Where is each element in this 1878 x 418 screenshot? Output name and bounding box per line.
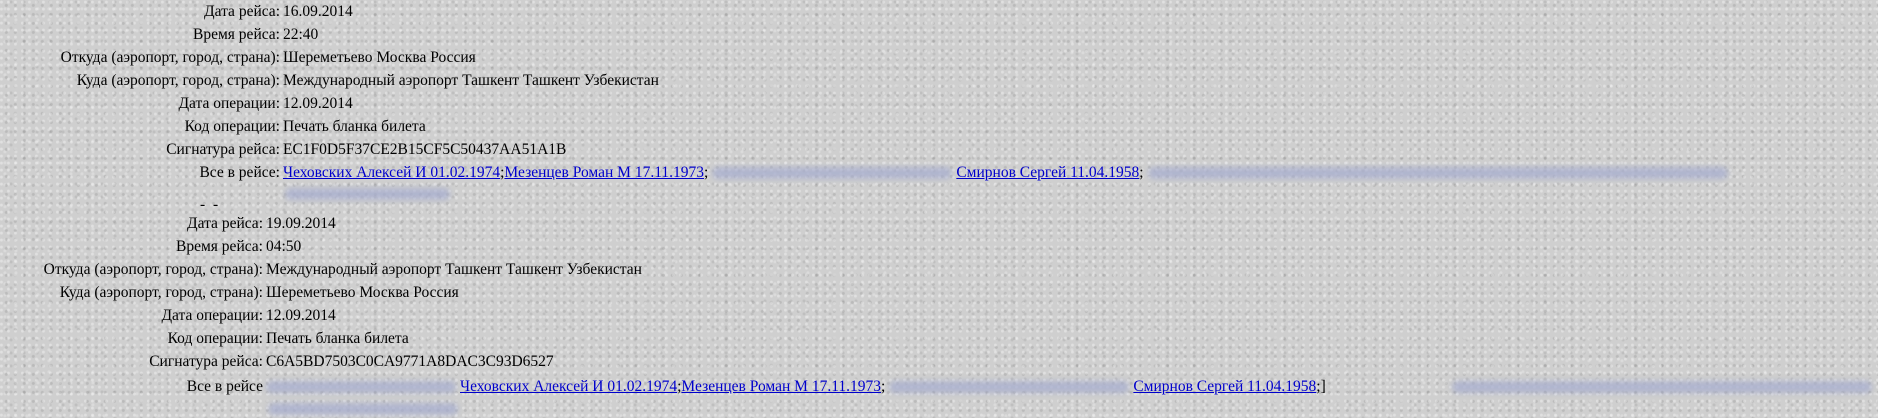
field-label: Сигнатура рейса: [149,353,263,370]
field-value: 19.09.2014 [266,215,336,232]
field-value: 12.09.2014 [266,307,336,324]
trailing-mark: ] [1320,378,1326,395]
record-separator: - - [200,196,221,213]
field-value: 12.09.2014 [283,95,353,112]
passengers-list: Чеховских Алексей И 01.02.1974;Мезенцев … [283,161,1732,185]
redacted-passenger [1452,381,1872,393]
field-label: Дата операции: [178,95,280,112]
field-value: Международный аэропорт Ташкент Ташкент У… [266,261,642,278]
field-label: Дата рейса: [204,3,280,20]
redacted-passenger [712,167,953,180]
field-label: Время рейса: [193,26,280,43]
passenger-link[interactable]: Смирнов Сергей 11.04.1958 [956,164,1139,181]
field-value: Шереметьево Москва Россия [283,49,476,66]
field-value: Международный аэропорт Ташкент Ташкент У… [283,72,659,89]
field-label: Куда (аэропорт, город, страна): [76,72,280,89]
passenger-link[interactable]: Мезенцев Роман М 17.11.1973 [504,164,704,181]
field-label: Дата операции: [161,307,263,324]
field-value: 22:40 [283,26,319,43]
separator: ; [1139,164,1144,181]
field-label: Откуда (аэропорт, город, страна): [60,49,280,66]
field-value: 04:50 [266,238,302,255]
field-label: Дата рейса: [187,215,263,232]
passenger-link[interactable]: Смирнов Сергей 11.04.1958 [1133,378,1316,395]
passengers-list: Чеховских Алексей И 01.02.1974;Мезенцев … [266,375,1326,399]
field-label: Код операции: [167,330,263,347]
passengers-label: Все в рейсе: [199,164,280,181]
field-value: Печать бланка билета [283,118,426,135]
field-label: Сигнатура рейса: [166,141,280,158]
field-value: C6A5BD7503C0CA9771A8DAC3C93D6527 [266,353,554,370]
passenger-link[interactable]: Чеховских Алексей И 01.02.1974 [283,164,500,181]
redacted-passenger [266,381,456,394]
passenger-link[interactable]: Чеховских Алексей И 01.02.1974 [460,378,677,395]
redacted-passenger-continuation [285,188,450,200]
redacted-passenger-continuation [268,403,458,415]
field-value: Шереметьево Москва Россия [266,284,459,301]
field-label: Куда (аэропорт, город, страна): [59,284,263,301]
passengers-label: Все в рейсе [186,378,263,395]
redacted-passenger [1147,167,1728,180]
field-label: Время рейса: [176,238,263,255]
field-label: Откуда (аэропорт, город, страна): [43,261,263,278]
redacted-passenger [889,381,1130,394]
separator: ; [881,378,886,395]
passenger-link[interactable]: Мезенцев Роман М 17.11.1973 [681,378,881,395]
separator: ; [704,164,709,181]
field-value: Печать бланка билета [266,330,409,347]
field-value: 16.09.2014 [283,3,353,20]
field-label: Код операции: [184,118,280,135]
field-value: EC1F0D5F37CE2B15CF5C50437AA51A1B [283,141,567,158]
